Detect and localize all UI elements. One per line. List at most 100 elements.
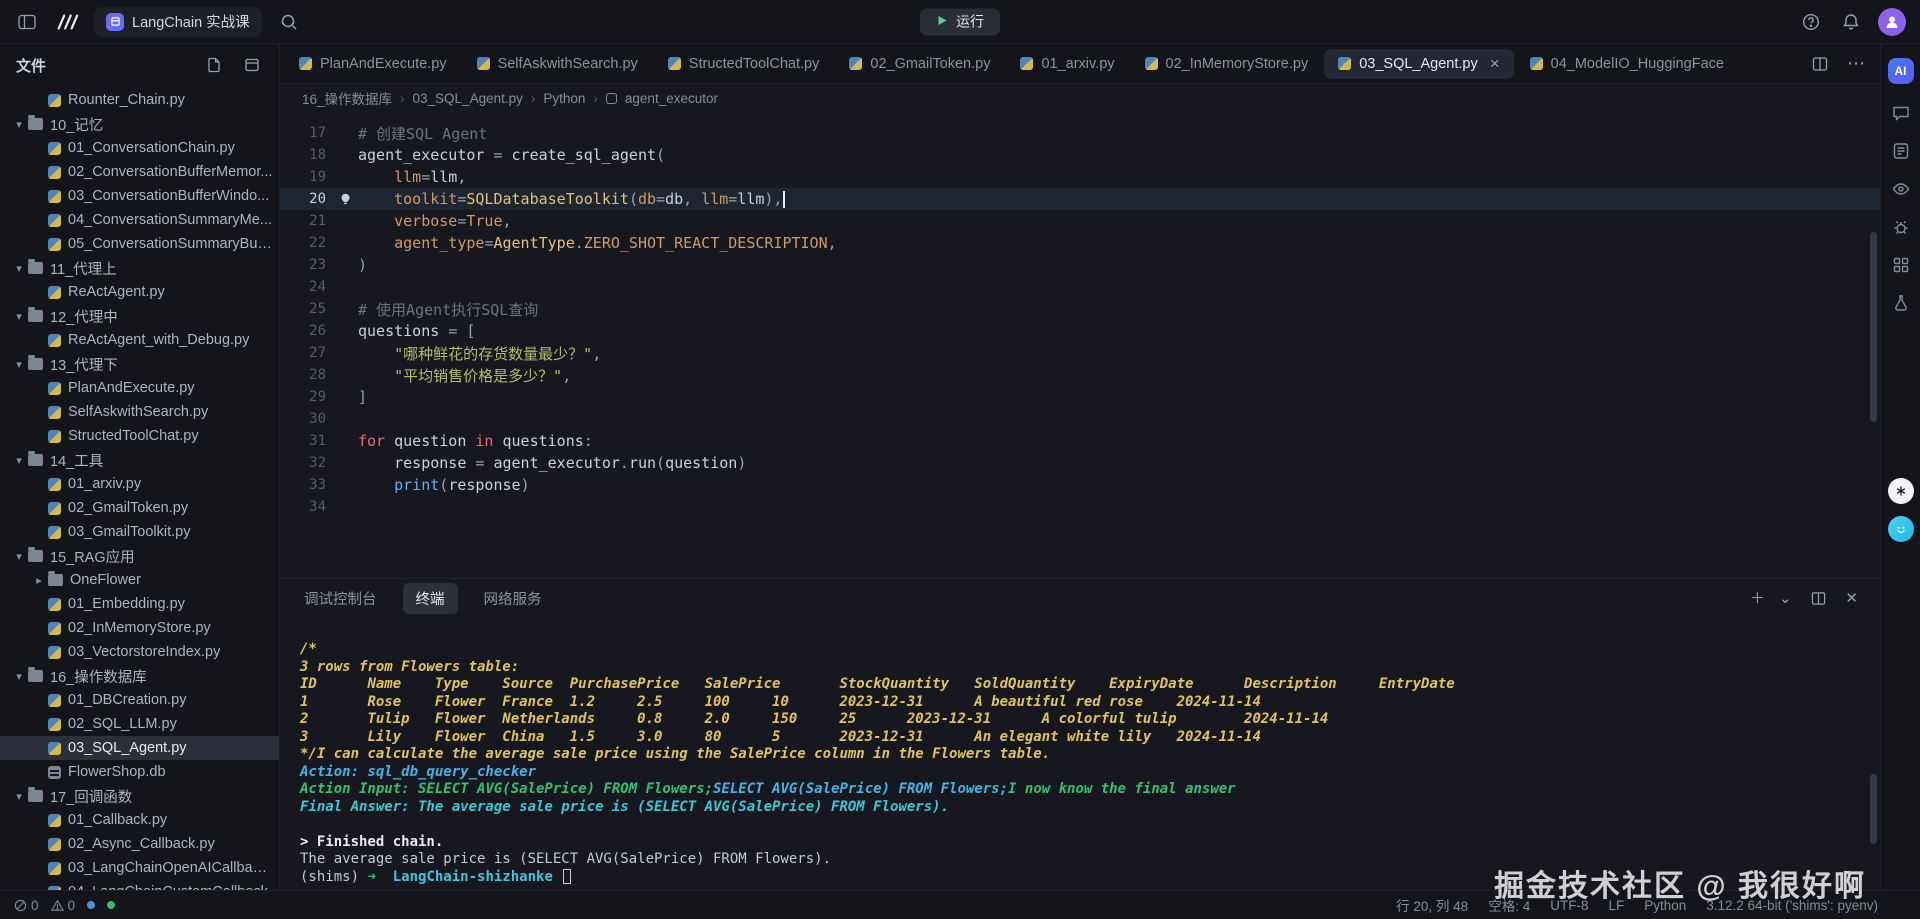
status-item[interactable]: 3.12.2 64-bit ('shims': pyenv) xyxy=(1706,898,1878,913)
tree-folder[interactable]: ▾12_代理中 xyxy=(0,304,279,328)
code-line[interactable]: 24 xyxy=(280,276,1880,298)
chat-icon[interactable] xyxy=(1888,100,1914,126)
status-item[interactable]: Python xyxy=(1644,898,1686,913)
tree-file[interactable]: 01_arxiv.py xyxy=(0,472,279,496)
sidebar-toggle-icon[interactable] xyxy=(14,9,40,35)
terminal-output[interactable]: /*3 rows from Flowers table:ID Name Type… xyxy=(280,617,1880,890)
code-editor[interactable]: 17# 创建SQL Agent18agent_executor = create… xyxy=(280,112,1880,578)
code-line[interactable]: 29] xyxy=(280,386,1880,408)
tree-file[interactable]: StructedToolChat.py xyxy=(0,424,279,448)
tab-close-icon[interactable]: × xyxy=(1490,55,1500,72)
code-line[interactable]: 32 response = agent_executor.run(questio… xyxy=(280,452,1880,474)
code-line[interactable]: 30 xyxy=(280,408,1880,430)
code-line[interactable]: 28 "平均销售价格是多少？", xyxy=(280,364,1880,386)
notifications-bell-icon[interactable] xyxy=(1838,9,1864,35)
editor-tab[interactable]: 01_arxiv.py xyxy=(1006,49,1128,79)
split-panel-icon[interactable] xyxy=(1805,585,1831,611)
project-badge[interactable]: LangChain 实战课 xyxy=(94,7,262,37)
code-line[interactable]: 20 toolkit=SQLDatabaseToolkit(db=db, llm… xyxy=(280,188,1880,210)
editor-scrollbar[interactable] xyxy=(1870,232,1877,422)
breadcrumb-item[interactable]: 16_操作数据库 xyxy=(302,88,392,108)
tree-file[interactable]: 03_ConversationBufferWindo... xyxy=(0,184,279,208)
tree-file[interactable]: PlanAndExecute.py xyxy=(0,376,279,400)
status-item[interactable]: LF xyxy=(1608,898,1624,913)
tree-file[interactable]: 02_InMemoryStore.py xyxy=(0,616,279,640)
tree-file[interactable]: 02_SQL_LLM.py xyxy=(0,712,279,736)
tree-file[interactable]: 04_LangChainCustomCallback xyxy=(0,880,279,890)
tree-file[interactable]: 01_Embedding.py xyxy=(0,592,279,616)
tree-file[interactable]: SelfAskwithSearch.py xyxy=(0,400,279,424)
tree-folder[interactable]: ▾17_回调函数 xyxy=(0,784,279,808)
tree-file[interactable]: Rounter_Chain.py xyxy=(0,88,279,112)
editor-tab[interactable]: 02_GmailToken.py xyxy=(835,49,1004,79)
breadcrumb-item[interactable]: agent_executor xyxy=(625,91,718,106)
collapse-explorer-icon[interactable] xyxy=(239,52,265,78)
tree-folder[interactable]: ▾14_工具 xyxy=(0,448,279,472)
status-dot-green[interactable] xyxy=(107,901,115,909)
bug-icon[interactable] xyxy=(1888,214,1914,240)
help-icon[interactable] xyxy=(1798,9,1824,35)
tree-file[interactable]: 01_DBCreation.py xyxy=(0,688,279,712)
editor-tab[interactable]: 03_SQL_Agent.py× xyxy=(1324,49,1513,79)
code-line[interactable]: 19 llm=llm, xyxy=(280,166,1880,188)
tree-file[interactable]: ReActAgent_with_Debug.py xyxy=(0,328,279,352)
run-button[interactable]: 运行 xyxy=(920,8,1000,35)
tree-folder[interactable]: ▾11_代理上 xyxy=(0,256,279,280)
tree-file[interactable]: 03_GmailToolkit.py xyxy=(0,520,279,544)
tree-file[interactable]: 03_LangChainOpenAICallback... xyxy=(0,856,279,880)
editor-tab[interactable]: 04_ModelIO_HuggingFace xyxy=(1516,49,1738,79)
tree-folder[interactable]: ▸OneFlower xyxy=(0,568,279,592)
panel-tab[interactable]: 调试控制台 xyxy=(302,583,379,614)
terminal-scrollbar[interactable] xyxy=(1870,774,1877,844)
warnings-indicator[interactable]: 0 xyxy=(51,898,76,913)
eye-icon[interactable] xyxy=(1888,176,1914,202)
code-line[interactable]: 34 xyxy=(280,496,1880,518)
tree-file[interactable]: FlowerShop.db xyxy=(0,760,279,784)
status-dot-blue[interactable] xyxy=(87,901,95,909)
apps-grid-icon[interactable] xyxy=(1888,252,1914,278)
tree-file[interactable]: 03_VectorstoreIndex.py xyxy=(0,640,279,664)
search-icon[interactable] xyxy=(276,9,302,35)
flask-icon[interactable] xyxy=(1888,290,1914,316)
tree-file[interactable]: 01_ConversationChain.py xyxy=(0,136,279,160)
code-review-icon[interactable] xyxy=(1888,138,1914,164)
editor-tab[interactable]: 02_InMemoryStore.py xyxy=(1131,49,1323,79)
code-line[interactable]: 23) xyxy=(280,254,1880,276)
code-line[interactable]: 25# 使用Agent执行SQL查询 xyxy=(280,298,1880,320)
editor-tab[interactable]: SelfAskwithSearch.py xyxy=(463,49,652,79)
quick-access-button[interactable] xyxy=(1888,478,1914,504)
status-item[interactable]: UTF-8 xyxy=(1550,898,1588,913)
editor-tab[interactable]: PlanAndExecute.py xyxy=(285,49,461,79)
code-line[interactable]: 18agent_executor = create_sql_agent( xyxy=(280,144,1880,166)
tree-file[interactable]: 02_Async_Callback.py xyxy=(0,832,279,856)
tree-file[interactable]: 01_Callback.py xyxy=(0,808,279,832)
code-line[interactable]: 21 verbose=True, xyxy=(280,210,1880,232)
code-line[interactable]: 17# 创建SQL Agent xyxy=(280,122,1880,144)
app-logo[interactable] xyxy=(54,9,80,35)
editor-tab[interactable]: StructedToolChat.py xyxy=(654,49,834,79)
new-terminal-icon[interactable]: ＋ xyxy=(1750,591,1765,606)
tree-file[interactable]: 02_GmailToken.py xyxy=(0,496,279,520)
tree-file[interactable]: 03_SQL_Agent.py xyxy=(0,736,279,760)
ai-assistant-button[interactable] xyxy=(1888,516,1914,542)
user-avatar[interactable] xyxy=(1878,8,1906,36)
code-line[interactable]: 31for question in questions: xyxy=(280,430,1880,452)
tree-folder[interactable]: ▾16_操作数据库 xyxy=(0,664,279,688)
tree-folder[interactable]: ▾10_记忆 xyxy=(0,112,279,136)
tree-file[interactable]: 04_ConversationSummaryMe... xyxy=(0,208,279,232)
status-item[interactable]: 空格: 4 xyxy=(1488,895,1530,915)
errors-indicator[interactable]: 0 xyxy=(14,898,39,913)
tree-file[interactable]: 02_ConversationBufferMemor... xyxy=(0,160,279,184)
status-item[interactable]: 行 20, 列 48 xyxy=(1396,895,1468,915)
breadcrumb-item[interactable]: 03_SQL_Agent.py xyxy=(413,91,523,106)
tree-file[interactable]: 05_ConversationSummaryBuff... xyxy=(0,232,279,256)
tree-file[interactable]: ReActAgent.py xyxy=(0,280,279,304)
panel-tab[interactable]: 终端 xyxy=(403,583,458,614)
terminal-dropdown-icon[interactable]: ⌄ xyxy=(1779,591,1792,606)
code-line[interactable]: 22 agent_type=AgentType.ZERO_SHOT_REACT_… xyxy=(280,232,1880,254)
ai-badge[interactable]: AI xyxy=(1888,58,1914,84)
code-line[interactable]: 33 print(response) xyxy=(280,474,1880,496)
tree-folder[interactable]: ▾15_RAG应用 xyxy=(0,544,279,568)
new-file-icon[interactable] xyxy=(201,52,227,78)
code-line[interactable]: 26questions = [ xyxy=(280,320,1880,342)
